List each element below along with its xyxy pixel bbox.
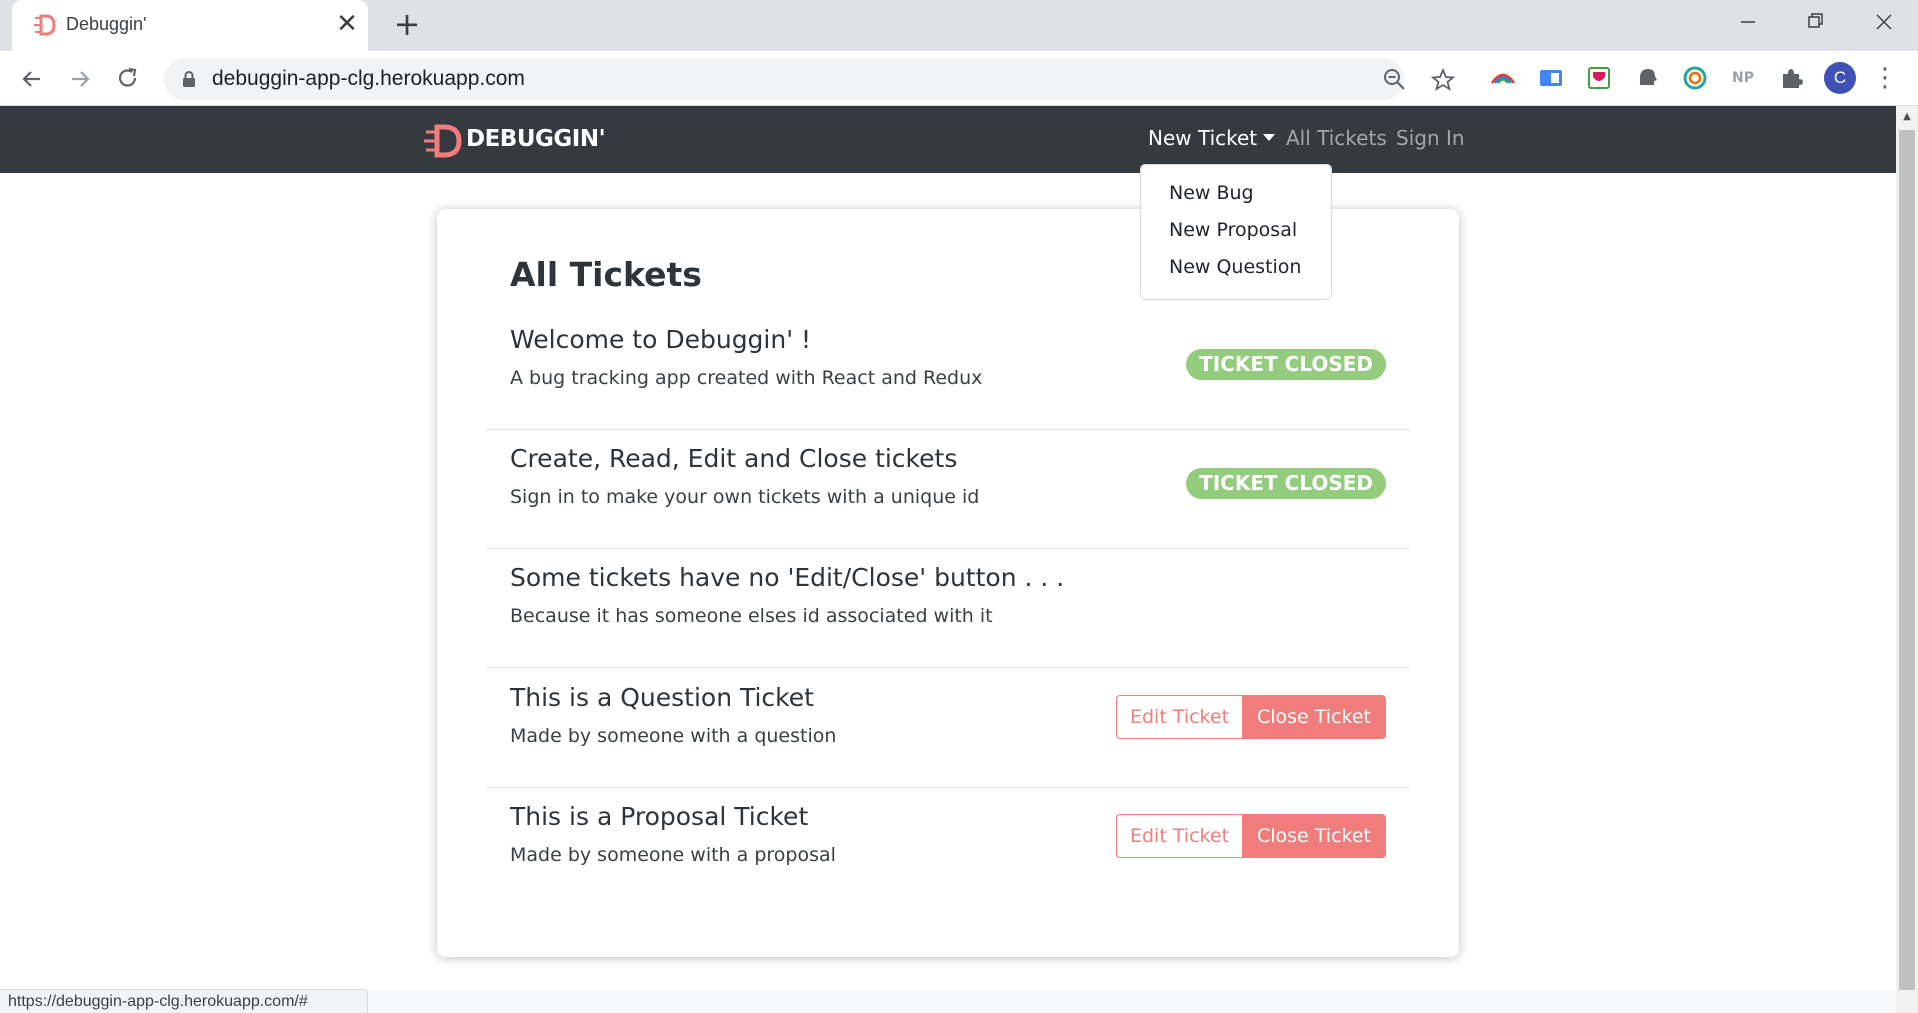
ticket-actions: Edit Ticket Close Ticket: [1116, 695, 1386, 739]
page-scrollbar[interactable]: ▲: [1896, 106, 1918, 1013]
page-viewport: DEBUGGIN' New Ticket All Tickets Sign In…: [0, 106, 1896, 1013]
ticket-item: Create, Read, Edit and Close tickets Sig…: [486, 430, 1410, 549]
forward-arrow-icon[interactable]: [62, 61, 98, 97]
brand-name: DEBUGGIN': [466, 126, 606, 152]
ticket-title: Some tickets have no 'Edit/Close' button…: [510, 563, 1065, 592]
ticket-description: Sign in to make your own tickets with a …: [510, 486, 980, 508]
app-navbar: DEBUGGIN' New Ticket All Tickets Sign In: [0, 106, 1896, 173]
edit-ticket-button[interactable]: Edit Ticket: [1116, 814, 1242, 858]
new-ticket-dropdown-menu: New Bug New Proposal New Question: [1140, 164, 1332, 300]
zoom-icon[interactable]: [1382, 67, 1408, 93]
ticket-closed-badge: TICKET CLOSED: [1186, 468, 1386, 499]
np-extension-icon[interactable]: NP: [1728, 63, 1758, 93]
close-ticket-button[interactable]: Close Ticket: [1242, 814, 1386, 858]
new-tab-button[interactable]: +: [390, 8, 424, 42]
ticket-description: Made by someone with a question: [510, 725, 837, 747]
ticket-description: A bug tracking app created with React an…: [510, 367, 983, 389]
brand-logo[interactable]: DEBUGGIN': [424, 124, 606, 158]
head-extension-icon[interactable]: [1632, 63, 1662, 93]
ticket-description: Because it has someone elses id associat…: [510, 605, 993, 627]
dropdown-item-new-bug[interactable]: New Bug: [1141, 175, 1331, 212]
tab-close-icon[interactable]: ✕: [332, 10, 362, 40]
new-ticket-label: New Ticket: [1148, 126, 1258, 150]
dropdown-item-new-question[interactable]: New Question: [1141, 249, 1331, 286]
status-bar-url: https://debuggin-app-clg.herokuapp.com/#: [0, 989, 368, 1013]
ticket-title: This is a Proposal Ticket: [510, 802, 809, 831]
close-ticket-button[interactable]: Close Ticket: [1242, 695, 1386, 739]
ticket-item: Welcome to Debuggin' ! A bug tracking ap…: [486, 311, 1410, 430]
ticket-actions: Edit Ticket Close Ticket: [1116, 814, 1386, 858]
restore-window-icon[interactable]: [1798, 8, 1834, 40]
url-text: debuggin-app-clg.herokuapp.com: [212, 67, 525, 90]
translate-extension-icon[interactable]: [1536, 63, 1566, 93]
sign-in-link[interactable]: Sign In: [1396, 126, 1465, 150]
ticket-title: This is a Question Ticket: [510, 683, 814, 712]
ticket-closed-badge: TICKET CLOSED: [1186, 349, 1386, 380]
pocket-extension-icon[interactable]: [1584, 63, 1614, 93]
page-footer-strip: [368, 989, 1896, 1013]
ticket-title: Welcome to Debuggin' !: [510, 325, 812, 354]
profile-avatar[interactable]: C: [1824, 62, 1856, 94]
edit-ticket-button[interactable]: Edit Ticket: [1116, 695, 1242, 739]
dropdown-item-new-proposal[interactable]: New Proposal: [1141, 212, 1331, 249]
rainbow-extension-icon[interactable]: [1488, 63, 1518, 93]
ticket-description: Made by someone with a proposal: [510, 844, 836, 866]
puzzle-extensions-icon[interactable]: [1776, 63, 1806, 93]
target-extension-icon[interactable]: [1680, 63, 1710, 93]
browser-toolbar: debuggin-app-clg.herokuapp.com NP C ⋮: [0, 51, 1918, 106]
ticket-title: Create, Read, Edit and Close tickets: [510, 444, 958, 473]
new-ticket-dropdown-toggle[interactable]: New Ticket: [1148, 126, 1276, 150]
ticket-item: This is a Proposal Ticket Made by someon…: [486, 788, 1410, 907]
scroll-thumb[interactable]: [1899, 130, 1915, 990]
caret-down-icon: [1263, 134, 1276, 141]
back-arrow-icon[interactable]: [14, 61, 50, 97]
address-bar[interactable]: debuggin-app-clg.herokuapp.com: [164, 58, 1456, 100]
page-title: All Tickets: [510, 255, 702, 294]
scroll-up-arrow-icon[interactable]: ▲: [1896, 106, 1918, 128]
browser-tab-bar: Debuggin' ✕ +: [0, 0, 1918, 51]
tab-title: Debuggin': [66, 14, 147, 34]
close-window-icon[interactable]: [1866, 8, 1902, 40]
debuggin-logo-icon: [424, 124, 462, 158]
browser-tab[interactable]: Debuggin' ✕: [12, 0, 368, 51]
minimize-window-icon[interactable]: [1730, 8, 1766, 40]
ticket-item: Some tickets have no 'Edit/Close' button…: [486, 549, 1410, 668]
ticket-item: This is a Question Ticket Made by someon…: [486, 669, 1410, 788]
all-tickets-link[interactable]: All Tickets: [1286, 126, 1387, 150]
lock-icon: [183, 71, 195, 87]
debuggin-favicon-icon: [34, 14, 56, 36]
browser-menu-icon[interactable]: ⋮: [1872, 61, 1898, 97]
tickets-card: All Tickets Welcome to Debuggin' ! A bug…: [437, 209, 1459, 957]
bookmark-star-icon[interactable]: [1430, 67, 1456, 93]
reload-icon[interactable]: [110, 61, 146, 97]
